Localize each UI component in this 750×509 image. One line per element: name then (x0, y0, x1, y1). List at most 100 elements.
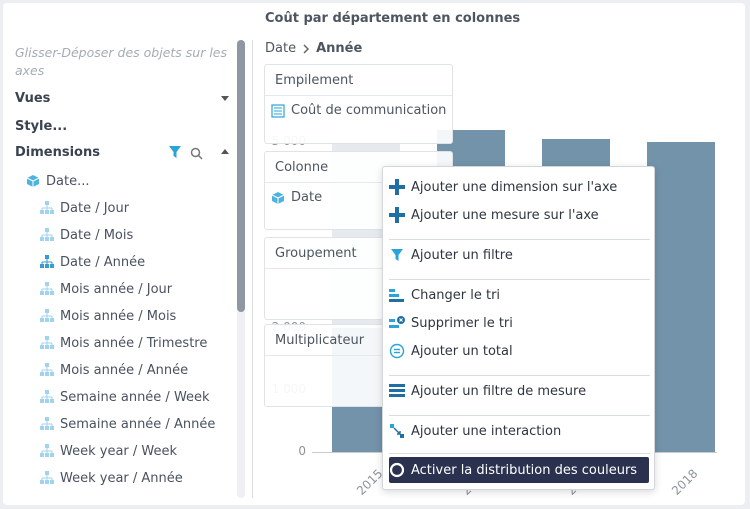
chevron-up-icon[interactable] (221, 149, 229, 154)
tree-item-label: Semaine année / Année (60, 416, 216, 432)
hierarchy-icon (40, 255, 54, 269)
menu-separator (389, 415, 650, 416)
section-style[interactable]: Style... (15, 119, 67, 134)
menu-change-sort[interactable]: Changer le tri (389, 283, 649, 307)
tree-item[interactable]: Week year / Week (40, 441, 177, 461)
chevron-down-icon[interactable] (221, 96, 229, 101)
divider (265, 95, 452, 96)
breadcrumb-current: Année (316, 41, 363, 56)
menu-add-measure-filter[interactable]: Ajouter un filtre de mesure (389, 379, 649, 403)
hierarchy-icon (40, 471, 54, 485)
tree-item[interactable]: Mois année / Année (40, 360, 188, 380)
menu-separator (389, 375, 650, 376)
menu-add-total[interactable]: Ajouter un total (389, 339, 649, 363)
plus-icon (389, 207, 405, 223)
section-label: Dimensions (15, 145, 100, 160)
menu-item-label: Supprimer le tri (411, 315, 513, 331)
scrollbar-thumb[interactable] (237, 40, 245, 312)
menu-separator (389, 239, 650, 240)
tree-item[interactable]: Mois année / Jour (40, 279, 172, 299)
menu-item-label: Ajouter un filtre (411, 247, 513, 263)
y-tick-label: 0 (298, 444, 306, 458)
context-menu: Ajouter une dimension sur l'axe Ajouter … (382, 166, 655, 490)
menu-remove-sort[interactable]: Supprimer le tri (389, 311, 649, 335)
hierarchy-icon (40, 201, 54, 215)
config-title: Empilement (275, 73, 354, 88)
breadcrumb-parent[interactable]: Date (265, 41, 296, 56)
menu-add-filter[interactable]: Ajouter un filtre (389, 243, 649, 267)
search-icon[interactable] (190, 147, 204, 161)
tree-item-label: Mois année / Trimestre (60, 335, 208, 351)
menu-add-interaction[interactable]: Ajouter une interaction (389, 419, 649, 443)
plus-icon (389, 179, 405, 195)
hierarchy-icon (40, 309, 54, 323)
drop-hint: Glisser-Déposer des objets sur les axes (15, 45, 227, 78)
section-dimensions[interactable]: Dimensions (15, 145, 100, 160)
cube-icon (26, 175, 40, 187)
tree-item-label: Date / Année (60, 254, 146, 270)
tree-item[interactable]: Semaine année / Année (40, 414, 215, 434)
section-label: Vues (15, 91, 51, 106)
total-icon (389, 343, 405, 359)
tree-item-label: Date / Jour (60, 200, 130, 216)
hierarchy-icon (40, 417, 54, 431)
tree-item[interactable]: Mois année / Trimestre (40, 333, 207, 353)
tree-item-label: Week year / Année (60, 470, 183, 486)
hierarchy-icon (40, 336, 54, 350)
section-vues[interactable]: Vues (15, 91, 50, 106)
hierarchy-icon (40, 282, 54, 296)
config-item[interactable]: Date (271, 190, 322, 205)
hierarchy-icon (40, 363, 54, 377)
breadcrumb: Date Année (265, 41, 362, 56)
menu-item-label: Ajouter un total (411, 343, 513, 359)
menu-item-label: Changer le tri (411, 287, 501, 303)
menu-item-label: Ajouter un filtre de mesure (411, 383, 587, 399)
interaction-icon (389, 423, 405, 439)
menu-item-label: Ajouter une dimension sur l'axe (411, 179, 618, 195)
filter-icon (389, 247, 405, 263)
tree-item[interactable]: Week year / Année (40, 468, 183, 488)
chevron-right-icon (303, 43, 310, 54)
divider (252, 40, 253, 498)
tree-item-label: Mois année / Mois (60, 308, 177, 324)
tree-item-label: Mois année / Année (60, 362, 189, 378)
tree-item-label: Week year / Week (60, 443, 178, 459)
tree-item[interactable]: Mois année / Mois (40, 306, 176, 326)
chart-title: Coût par département en colonnes (265, 11, 521, 26)
config-title: Groupement (275, 246, 357, 261)
chart-bar[interactable] (647, 142, 715, 452)
tree-item-label: Mois année / Jour (60, 281, 173, 297)
tree-item-label: Semaine année / Week (60, 389, 210, 405)
config-title: Colonne (275, 160, 329, 175)
measure-filter-icon (389, 383, 405, 399)
app-window: Coût par département en colonnes Glisser… (0, 0, 750, 509)
filter-icon[interactable] (168, 145, 182, 159)
tree-item[interactable]: Semaine année / Week (40, 387, 210, 407)
cube-icon (271, 191, 285, 204)
measure-icon (271, 103, 285, 118)
menu-enable-color-distribution[interactable]: Activer la distribution des couleurs (389, 457, 649, 483)
tree-item-date[interactable]: Date... (26, 171, 89, 191)
menu-item-label: Ajouter une interaction (411, 423, 562, 439)
tree-item[interactable]: Date / Jour (40, 198, 129, 218)
tree-item[interactable]: Date / Mois (40, 225, 133, 245)
section-label: Style... (15, 119, 68, 134)
config-title: Multiplicateur (275, 333, 365, 348)
tree-item[interactable]: Date / Année (40, 252, 145, 272)
config-stacking[interactable]: Empilement Coût de communication (264, 64, 453, 144)
menu-add-measure[interactable]: Ajouter une mesure sur l'axe (389, 203, 649, 227)
tree-item-label: Date / Mois (60, 227, 134, 243)
config-item-label: Coût de communication (291, 103, 447, 118)
sort-icon (389, 287, 405, 303)
config-item[interactable]: Coût de communication (271, 103, 446, 118)
menu-add-dimension[interactable]: Ajouter une dimension sur l'axe (389, 175, 649, 199)
menu-separator (389, 279, 650, 280)
config-item-label: Date (291, 190, 323, 205)
remove-sort-icon (389, 315, 405, 331)
tree-item-label: Date... (46, 173, 90, 189)
menu-item-label: Ajouter une mesure sur l'axe (411, 207, 599, 223)
menu-item-label: Activer la distribution des couleurs (411, 462, 638, 478)
menu-separator (389, 453, 650, 454)
sidebar: Glisser-Déposer des objets sur les axes (15, 44, 235, 80)
hierarchy-icon (40, 390, 54, 404)
